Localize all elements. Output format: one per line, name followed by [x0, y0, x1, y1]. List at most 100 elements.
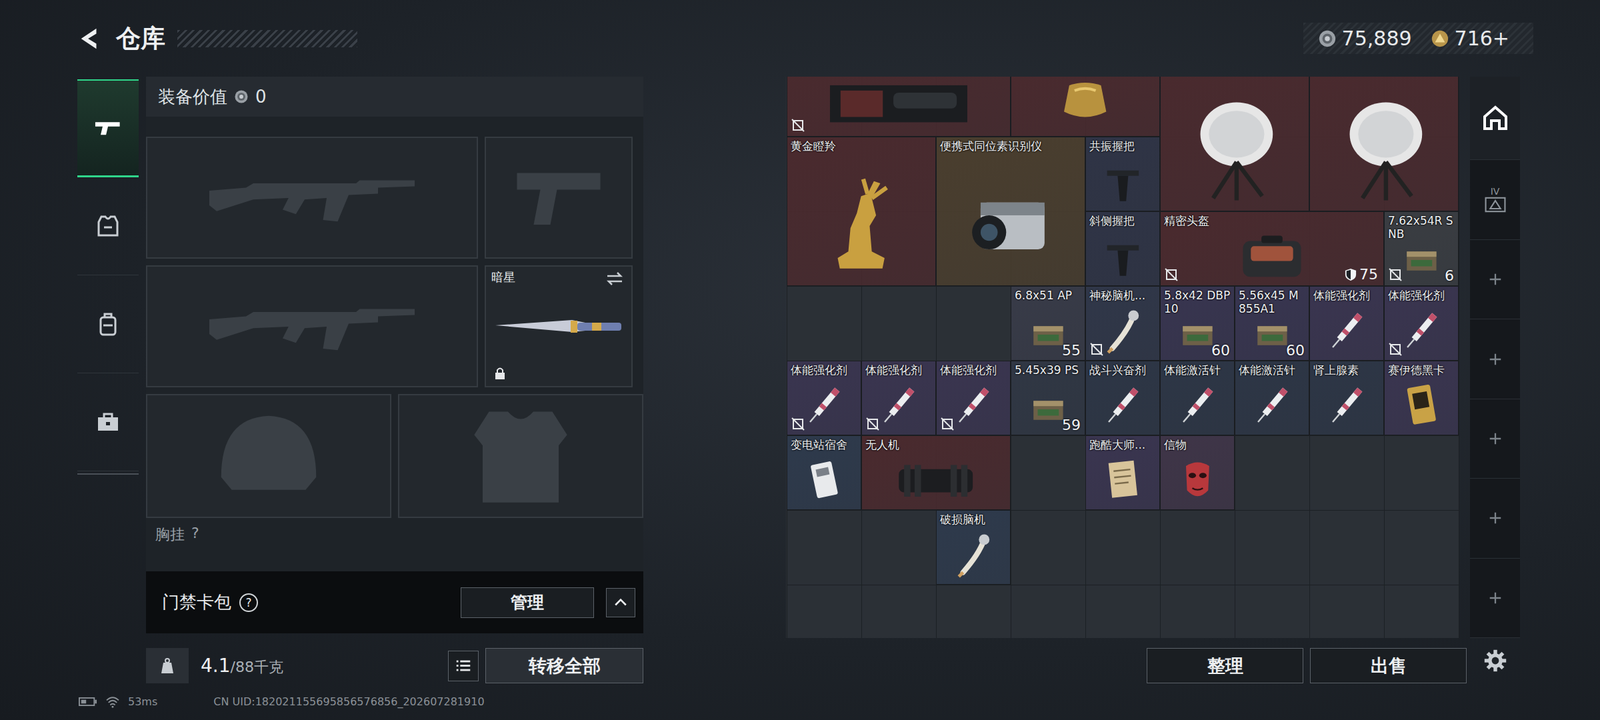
- stash-item[interactable]: 体能激活针: [1234, 360, 1310, 436]
- stash-item[interactable]: 神秘脑机...: [1085, 286, 1160, 361]
- sell-button[interactable]: 出售: [1310, 648, 1467, 684]
- stash-item[interactable]: 破损脑机: [936, 510, 1011, 585]
- drone-icon: [870, 453, 1001, 506]
- stash-item[interactable]: 肾上腺素: [1309, 360, 1384, 436]
- settings-button[interactable]: [1470, 638, 1520, 684]
- stash-item[interactable]: 战斗兴奋剂: [1085, 360, 1160, 436]
- item-name: 6.8x51 AP: [1011, 286, 1085, 303]
- stash-item[interactable]: 变电站宿舍: [786, 435, 862, 510]
- rifle-slot[interactable]: [146, 136, 478, 259]
- helmet-icon: [205, 402, 332, 510]
- stash-item[interactable]: [1010, 76, 1160, 137]
- rifle-slot[interactable]: [146, 265, 478, 388]
- gold-coin-icon: [1430, 29, 1450, 48]
- item-name: 信物: [1160, 436, 1234, 452]
- stash-item[interactable]: 体能强化剂: [1309, 286, 1384, 361]
- item-name: 斜侧握把: [1086, 212, 1160, 228]
- keycard-pack-bar: 门禁卡包?管理: [146, 571, 644, 634]
- category-tab[interactable]: [77, 373, 139, 472]
- stash-item[interactable]: 5.56x45 M855A160: [1234, 286, 1310, 361]
- syringe-icon: [1240, 378, 1305, 432]
- stash-item[interactable]: 体能强化剂: [861, 360, 936, 436]
- camera-icon: [945, 172, 1076, 280]
- stash-item[interactable]: 5.8x42 DBP1060: [1160, 286, 1235, 361]
- silver-coin-icon: [234, 89, 249, 104]
- category-tab[interactable]: [77, 275, 139, 374]
- category-tab[interactable]: [77, 79, 139, 178]
- stash-item[interactable]: 共振握把: [1085, 136, 1160, 212]
- stash-actions: 整理出售: [786, 648, 1460, 684]
- grip-icon: [1090, 229, 1156, 282]
- stash-item[interactable]: [1160, 76, 1310, 212]
- list-button[interactable]: [448, 650, 479, 682]
- knife-slot[interactable]: 暗星: [484, 265, 633, 388]
- stash-tab[interactable]: [1470, 319, 1520, 399]
- syringe-icon: [1389, 304, 1454, 357]
- help-badge[interactable]: ?: [239, 593, 258, 612]
- stash-item[interactable]: 黄金瞪羚: [786, 136, 936, 286]
- stash-item[interactable]: 信物: [1160, 435, 1235, 510]
- stash-grid-frame: 黄金瞪羚便携式同位素识别仪共振握把斜侧握把精密头盔757.62x54R SNB6…: [786, 76, 1460, 638]
- pistol-slot[interactable]: [484, 136, 633, 259]
- chest-label: 胸挂: [155, 524, 185, 545]
- add-icon: [1488, 352, 1503, 367]
- add-icon: [1488, 431, 1503, 446]
- stash-item[interactable]: 5.45x39 PS59: [1010, 360, 1086, 436]
- armor-slot[interactable]: [398, 394, 644, 518]
- mask-icon: [1165, 453, 1230, 506]
- stash-item[interactable]: 7.62x54R SNB6: [1384, 211, 1459, 286]
- page-title: 仓库: [116, 22, 166, 56]
- stash-tab-list: IV: [1470, 76, 1520, 638]
- collapse-button[interactable]: [606, 588, 636, 618]
- stash-item[interactable]: [786, 76, 1011, 137]
- stash-tab[interactable]: [1470, 240, 1520, 320]
- stash-item[interactable]: 跑酷大师...: [1085, 435, 1160, 510]
- doc-icon: [1090, 453, 1156, 506]
- stash-item[interactable]: 体能激活针: [1160, 360, 1235, 436]
- currency-bar: 75,889716+: [1303, 22, 1534, 54]
- item-name: 体能强化剂: [787, 361, 861, 378]
- transfer-all-button[interactable]: 转移全部: [485, 648, 644, 684]
- stash-tab[interactable]: [1470, 399, 1520, 479]
- rifle-icon: [202, 161, 422, 235]
- stash-item[interactable]: 便携式同位素识别仪: [936, 136, 1086, 286]
- back-arrow-icon[interactable]: [77, 26, 103, 52]
- item-count: 60: [1286, 342, 1305, 359]
- sort-button[interactable]: 整理: [1146, 648, 1304, 684]
- tier-label: IV: [1490, 186, 1500, 196]
- stash-item[interactable]: 体能强化剂: [786, 360, 862, 436]
- top-bar: 仓库 75,889716+: [0, 0, 1600, 77]
- item-name: 便携式同位素识别仪: [936, 137, 1085, 154]
- keycard-icon: [792, 453, 857, 506]
- item-name: 破损脑机: [936, 510, 1010, 527]
- carry-weight: 4.1/88千克: [200, 654, 284, 678]
- stash-item[interactable]: 赛伊德黑卡: [1384, 360, 1459, 436]
- stash-tab[interactable]: [1470, 76, 1520, 160]
- manage-button[interactable]: 管理: [460, 587, 594, 618]
- category-tab[interactable]: [77, 177, 139, 276]
- stash-item[interactable]: 体能强化剂: [936, 360, 1011, 436]
- wifi-icon: [105, 696, 120, 708]
- list-icon: [454, 656, 473, 676]
- card-icon: [1389, 378, 1454, 432]
- swap-icon[interactable]: [604, 270, 625, 287]
- stash-item[interactable]: 斜侧握把: [1085, 211, 1160, 286]
- stash-item[interactable]: [1309, 76, 1459, 212]
- stash-item[interactable]: 无人机: [861, 435, 1011, 510]
- item-name: 体能激活针: [1235, 361, 1309, 378]
- stash-tab[interactable]: IV: [1470, 160, 1520, 240]
- item-name: 共振握把: [1086, 137, 1160, 154]
- stash-tab[interactable]: [1470, 558, 1520, 638]
- helmet-slot[interactable]: [146, 394, 392, 518]
- stash-tab[interactable]: [1470, 478, 1520, 558]
- stash-item[interactable]: 6.8x51 AP55: [1010, 286, 1086, 361]
- dish-icon: [1169, 98, 1300, 205]
- syringe-icon: [866, 378, 932, 432]
- stash-item[interactable]: 精密头盔75: [1160, 211, 1384, 286]
- stash-item[interactable]: 体能强化剂: [1384, 286, 1459, 361]
- slot-row: [146, 394, 644, 518]
- weight-icon: [157, 656, 178, 676]
- helmet-icon: [1174, 229, 1370, 282]
- armor-icon: [94, 212, 122, 240]
- slot-row: 暗星: [146, 265, 644, 388]
